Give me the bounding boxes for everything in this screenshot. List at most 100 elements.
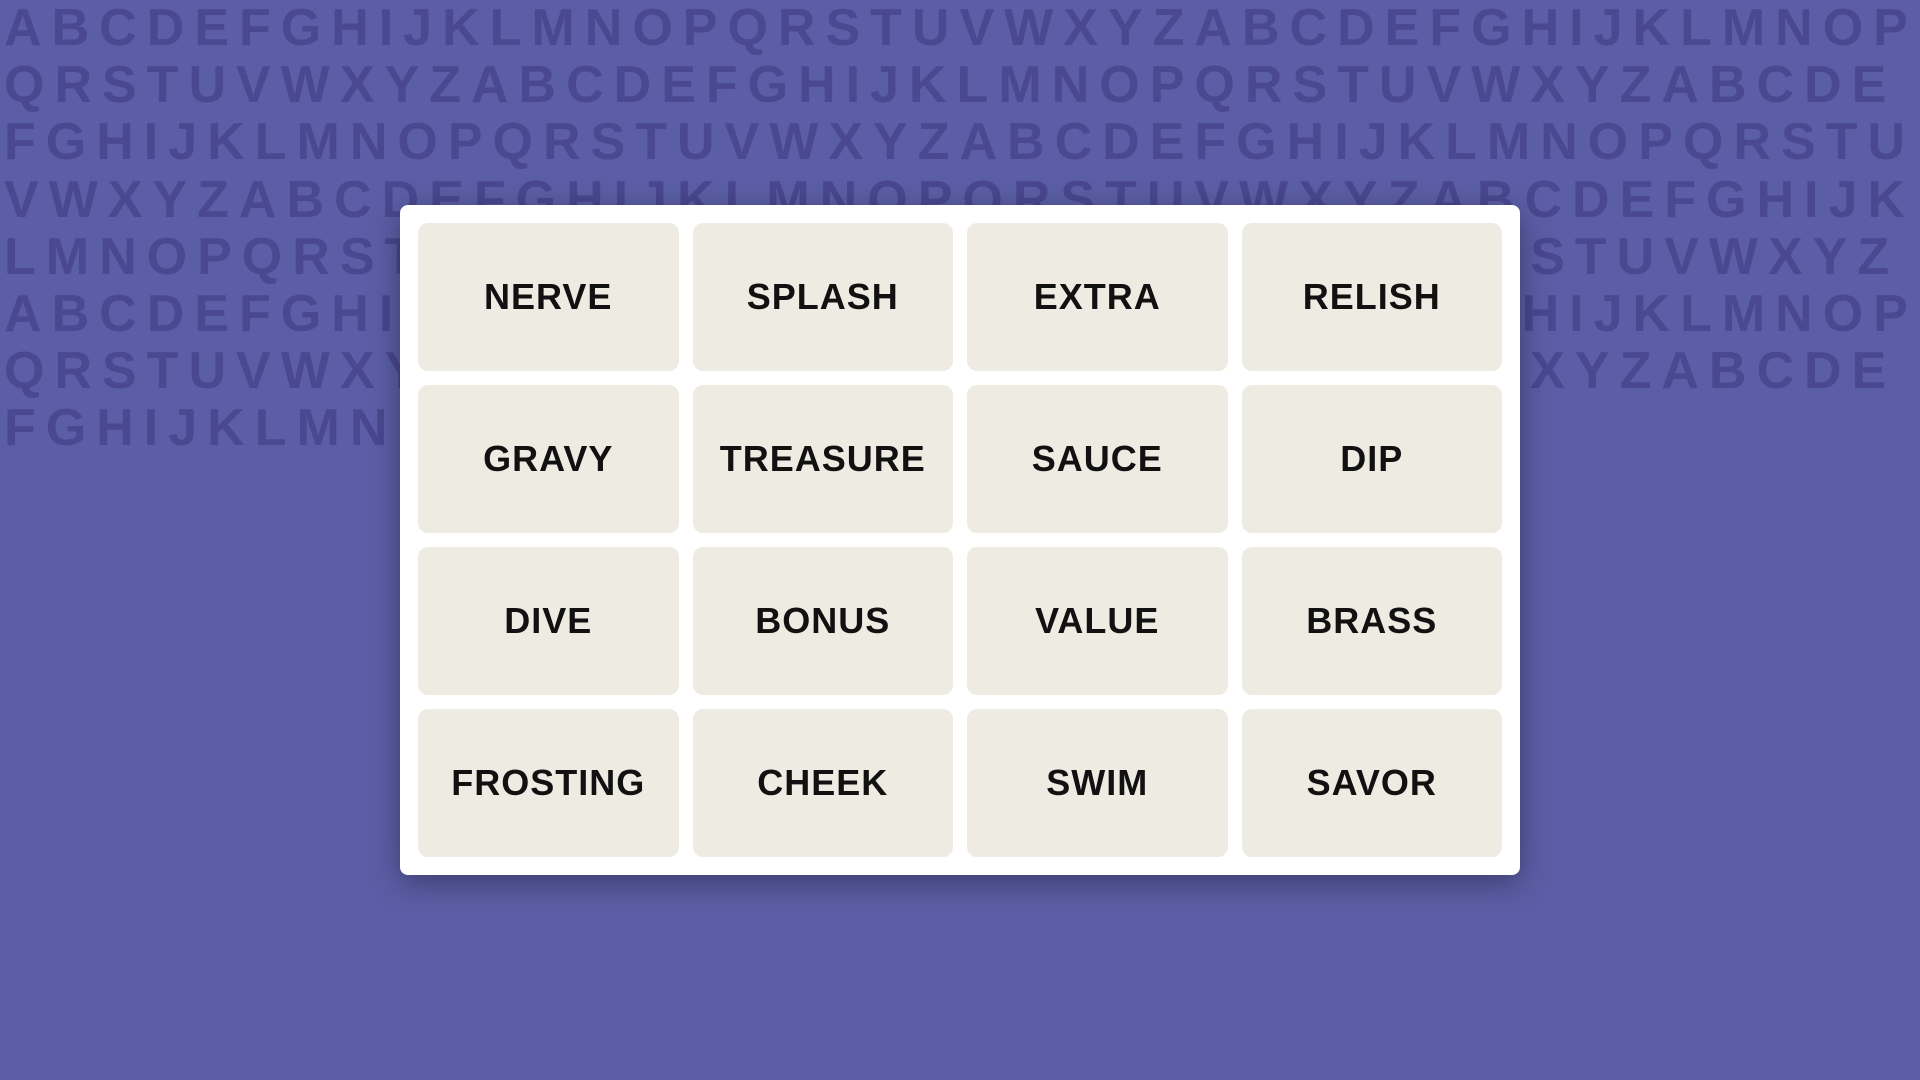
bg-letter: Z	[193, 172, 235, 229]
bg-letter: J	[164, 114, 203, 171]
word-card-gravy[interactable]: GRAVY	[418, 385, 679, 533]
word-card-swim[interactable]: SWIM	[967, 709, 1228, 857]
bg-letter: I	[375, 286, 399, 343]
word-label-nerve: NERVE	[484, 276, 612, 318]
bg-letter: B	[1705, 57, 1753, 114]
bg-letter: T	[1571, 229, 1613, 286]
bg-letter: I	[1800, 172, 1824, 229]
bg-letter: Z	[914, 114, 956, 171]
bg-letter: Q	[489, 114, 539, 171]
bg-letter: M	[292, 114, 345, 171]
word-card-bonus[interactable]: BONUS	[693, 547, 954, 695]
bg-letter: B	[282, 172, 330, 229]
bg-letter: M	[527, 0, 580, 57]
word-card-relish[interactable]: RELISH	[1242, 223, 1503, 371]
bg-letter: H	[794, 57, 842, 114]
bg-letter: T	[631, 114, 673, 171]
bg-letter: V	[1422, 57, 1467, 114]
bg-letter: E	[190, 286, 235, 343]
bg-letter: Q	[238, 229, 288, 286]
bg-letter: X	[104, 172, 149, 229]
bg-letter: P	[1869, 286, 1914, 343]
bg-letter: U	[673, 114, 721, 171]
word-card-treasure[interactable]: TREASURE	[693, 385, 954, 533]
bg-letter: I	[1565, 286, 1589, 343]
bg-letter: L	[486, 0, 528, 57]
bg-letter: W	[1000, 0, 1059, 57]
word-card-sauce[interactable]: SAUCE	[967, 385, 1228, 533]
word-label-value: VALUE	[1035, 600, 1159, 642]
word-card-nerve[interactable]: NERVE	[418, 223, 679, 371]
bg-letter: D	[1800, 57, 1848, 114]
word-label-frosting: FROSTING	[451, 762, 645, 804]
bg-letter: N	[1771, 286, 1819, 343]
bg-letter: U	[1863, 114, 1911, 171]
word-label-relish: RELISH	[1303, 276, 1441, 318]
bg-letter: A	[955, 114, 1003, 171]
bg-letter: G	[42, 400, 92, 457]
bg-letter: F	[1660, 172, 1702, 229]
bg-letter: F	[1190, 114, 1232, 171]
word-card-savor[interactable]: SAVOR	[1242, 709, 1503, 857]
bg-letter: S	[1288, 57, 1333, 114]
bg-letter: W	[1467, 57, 1526, 114]
bg-letter: L	[251, 114, 293, 171]
bg-letter: V	[0, 172, 45, 229]
bg-letter: E	[1848, 57, 1893, 114]
bg-letter: M	[42, 229, 95, 286]
bg-letter: A	[0, 286, 48, 343]
bg-letter: X	[1526, 57, 1571, 114]
bg-letter: W	[1705, 229, 1764, 286]
word-card-extra[interactable]: EXTRA	[967, 223, 1228, 371]
word-card-dive[interactable]: DIVE	[418, 547, 679, 695]
bg-letter: U	[184, 57, 232, 114]
bg-letter: P	[193, 229, 238, 286]
bg-letter: W	[277, 57, 336, 114]
bg-letter: S	[98, 57, 143, 114]
bg-letter: F	[0, 400, 42, 457]
bg-letter: N	[1771, 0, 1819, 57]
bg-letter: O	[1819, 0, 1869, 57]
bg-letter: W	[277, 343, 336, 400]
bg-letter: A	[235, 172, 283, 229]
bg-letter: F	[702, 57, 744, 114]
bg-letter: O	[1095, 57, 1145, 114]
bg-letter: M	[292, 400, 345, 457]
bg-letter: Z	[425, 57, 467, 114]
word-card-value[interactable]: VALUE	[967, 547, 1228, 695]
bg-letter: Q	[0, 343, 50, 400]
bg-letter: S	[336, 229, 381, 286]
word-card-dip[interactable]: DIP	[1242, 385, 1503, 533]
bg-letter: I	[375, 0, 399, 57]
bg-letter: X	[1526, 343, 1571, 400]
bg-letter: U	[908, 0, 956, 57]
bg-letter: Q	[723, 0, 773, 57]
bg-letter: Z	[1149, 0, 1191, 57]
word-card-frosting[interactable]: FROSTING	[418, 709, 679, 857]
bg-letter: G	[1467, 0, 1517, 57]
bg-letter: G	[1232, 114, 1282, 171]
bg-letter: E	[190, 0, 235, 57]
bg-letter: D	[1568, 172, 1616, 229]
bg-letter: A	[0, 0, 48, 57]
bg-letter: X	[336, 57, 381, 114]
bg-letter: I	[1330, 114, 1354, 171]
bg-letter: E	[657, 57, 702, 114]
bg-letter: Y	[1571, 343, 1616, 400]
word-card-splash[interactable]: SPLASH	[693, 223, 954, 371]
word-card-cheek[interactable]: CHEEK	[693, 709, 954, 857]
word-label-sauce: SAUCE	[1032, 438, 1163, 480]
bg-letter: J	[866, 57, 905, 114]
bg-letter: V	[232, 57, 277, 114]
bg-letter: U	[184, 343, 232, 400]
bg-letter: H	[327, 0, 375, 57]
bg-letter: R	[50, 57, 98, 114]
bg-letter: T	[143, 343, 185, 400]
word-card-brass[interactable]: BRASS	[1242, 547, 1503, 695]
bg-letter: O	[143, 229, 193, 286]
bg-letter: H	[1283, 114, 1331, 171]
bg-letter: G	[42, 114, 92, 171]
bg-letter: J	[1590, 286, 1629, 343]
bg-letter: C	[95, 286, 143, 343]
bg-letter: B	[1238, 0, 1286, 57]
